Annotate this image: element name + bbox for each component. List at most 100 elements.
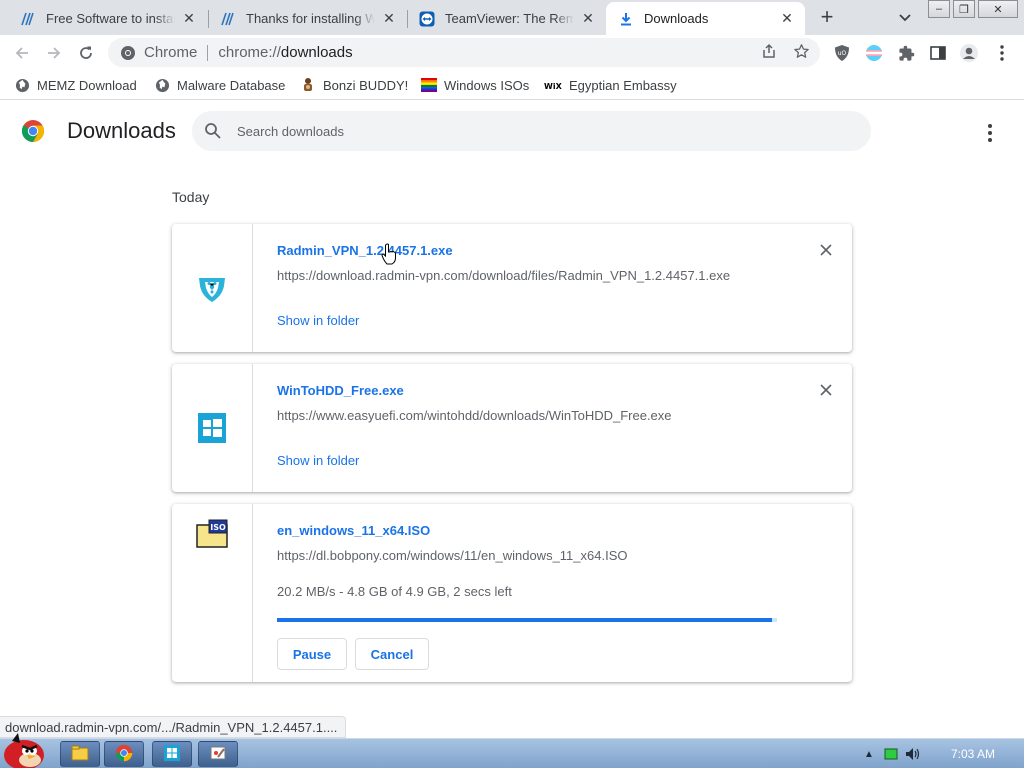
bookmark-label: Malware Database [177, 77, 286, 93]
taskbar-clock[interactable]: 7:03 AM [951, 747, 995, 761]
globe-icon [154, 77, 170, 93]
wintohdd-icon [163, 744, 181, 765]
tab-title: Downloads [644, 11, 709, 26]
bookmark-egyptian-embassy[interactable]: WiX Egyptian Embassy [544, 76, 677, 94]
system-tray: ▲ [860, 739, 926, 768]
svg-text:ISO: ISO [210, 523, 226, 532]
restore-button[interactable]: ❐ [953, 0, 975, 18]
downloads-more-actions-icon[interactable] [978, 121, 1002, 145]
page-title: Downloads [67, 118, 176, 143]
new-tab-button[interactable]: + [814, 6, 840, 30]
download-item-radmin: Radmin_VPN_1.2.4457.1.exe https://downlo… [172, 224, 852, 352]
pride-extension-icon[interactable] [864, 43, 884, 63]
bookmark-memz-download[interactable]: MEMZ Download [14, 76, 137, 94]
browser-toolbar: Chrome chrome://downloads uO [0, 35, 1024, 70]
tab-title: Thanks for installing Wi [246, 11, 375, 26]
side-panel-icon[interactable] [928, 43, 948, 63]
download-source-url[interactable]: https://www.easyuefi.com/wintohdd/downlo… [277, 408, 672, 423]
close-window-button[interactable]: ✕ [978, 0, 1018, 18]
search-downloads-box[interactable] [192, 111, 871, 151]
download-progress-bar [277, 618, 777, 622]
minimize-button[interactable]: – [928, 0, 950, 18]
paint-icon [209, 744, 227, 765]
taskbar-paint[interactable] [198, 741, 238, 767]
url-host: downloads [280, 44, 353, 61]
chrome-icon [115, 744, 133, 765]
download-filename-link[interactable]: Radmin_VPN_1.2.4457.1.exe [277, 243, 453, 258]
svg-text:WiX: WiX [544, 82, 562, 90]
download-filename-link[interactable]: WinToHDD_Free.exe [277, 383, 404, 398]
bookmark-star-icon[interactable] [792, 42, 810, 60]
start-button-angry-bird-icon[interactable] [0, 729, 54, 768]
close-tab-icon[interactable]: ✕ [779, 10, 795, 27]
search-downloads-input[interactable] [237, 123, 837, 139]
file-explorer-icon [71, 745, 89, 764]
bookmark-label: Bonzi BUDDY! [323, 77, 409, 93]
bookmark-label: Windows ISOs [444, 77, 530, 93]
download-progress-status: 20.2 MB/s - 4.8 GB of 4.9 GB, 2 secs lef… [277, 584, 512, 599]
tab-title: Free Software to install [46, 11, 175, 26]
remove-from-list-icon[interactable] [818, 382, 834, 398]
forward-button[interactable] [40, 39, 68, 67]
wix-icon: WiX [544, 77, 562, 93]
chrome-site-icon [120, 45, 136, 61]
chrome-menu-icon[interactable] [992, 43, 1012, 63]
back-button[interactable] [8, 39, 36, 67]
rainbow-flag-icon [421, 77, 437, 93]
iso-file-icon: ISO [196, 518, 228, 550]
windows-logo-icon [196, 412, 228, 444]
omnibox-divider [207, 44, 209, 61]
bookmark-bonzi-buddy[interactable]: Bonzi BUDDY! [300, 76, 408, 94]
globe-icon [14, 77, 30, 93]
bookmark-windows-isos[interactable]: Windows ISOs [421, 76, 529, 94]
bookmark-label: Egyptian Embassy [569, 77, 677, 93]
download-item-wintohdd: WinToHDD_Free.exe https://www.easyuefi.c… [172, 364, 852, 492]
tab-thanks-installing[interactable]: Thanks for installing Wi ✕ [208, 2, 407, 35]
chrome-logo-icon [21, 119, 45, 143]
svg-text:uO: uO [838, 50, 847, 57]
profile-avatar-icon[interactable] [959, 43, 979, 63]
pause-button[interactable]: Pause [277, 638, 347, 670]
show-in-folder-link[interactable]: Show in folder [277, 313, 359, 328]
windows-taskbar: ▲ 7:03 AM [0, 733, 1024, 768]
tab-downloads[interactable]: Downloads ✕ [606, 2, 805, 35]
bookmarks-bar: MEMZ Download Malware Database Bonzi BUD… [0, 70, 1024, 100]
download-source-url[interactable]: https://dl.bobpony.com/windows/11/en_win… [277, 548, 628, 563]
extensions-puzzle-icon[interactable] [896, 43, 916, 63]
ublock-extension-icon[interactable]: uO [832, 43, 852, 63]
show-in-folder-link[interactable]: Show in folder [277, 453, 359, 468]
cancel-button[interactable]: Cancel [355, 638, 429, 670]
download-icon [618, 11, 634, 27]
taskbar-wintohdd[interactable] [152, 741, 192, 767]
remove-from-list-icon[interactable] [818, 242, 834, 258]
downloads-header: Downloads [0, 101, 1024, 161]
tab-search-chevron-icon[interactable] [895, 9, 915, 27]
volume-icon[interactable] [904, 745, 922, 763]
download-source-url[interactable]: https://download.radmin-vpn.com/download… [277, 268, 730, 283]
reload-button[interactable] [72, 39, 100, 67]
teamviewer-icon [419, 11, 435, 27]
share-icon[interactable] [760, 42, 778, 60]
download-filename-link[interactable]: en_windows_11_x64.ISO [277, 523, 430, 538]
bonzi-icon [300, 77, 316, 93]
url-prefix: chrome:// [218, 44, 281, 61]
search-icon[interactable] [204, 122, 222, 140]
battery-icon[interactable] [882, 745, 900, 763]
taskbar-chrome[interactable] [104, 741, 144, 767]
download-item-windows-iso: ISO en_windows_11_x64.ISO https://dl.bob… [172, 504, 852, 682]
bookmark-malware-database[interactable]: Malware Database [154, 76, 285, 94]
show-hidden-icons-icon[interactable]: ▲ [860, 745, 878, 763]
close-tab-icon[interactable]: ✕ [580, 10, 596, 27]
file-icon-column [172, 364, 253, 492]
download-progress-fill [277, 618, 772, 622]
close-tab-icon[interactable]: ✕ [381, 10, 397, 27]
date-header: Today [172, 189, 210, 205]
address-bar[interactable]: Chrome chrome://downloads [108, 38, 820, 67]
bookmark-label: MEMZ Download [37, 77, 137, 93]
tab-teamviewer[interactable]: TeamViewer: The Remo ✕ [407, 2, 606, 35]
taskbar-file-explorer[interactable] [60, 741, 100, 767]
ninite-icon [220, 11, 236, 27]
tab-ninite-free-software[interactable]: Free Software to install ✕ [8, 2, 207, 35]
hand-cursor-icon [381, 243, 397, 265]
close-tab-icon[interactable]: ✕ [181, 10, 197, 27]
